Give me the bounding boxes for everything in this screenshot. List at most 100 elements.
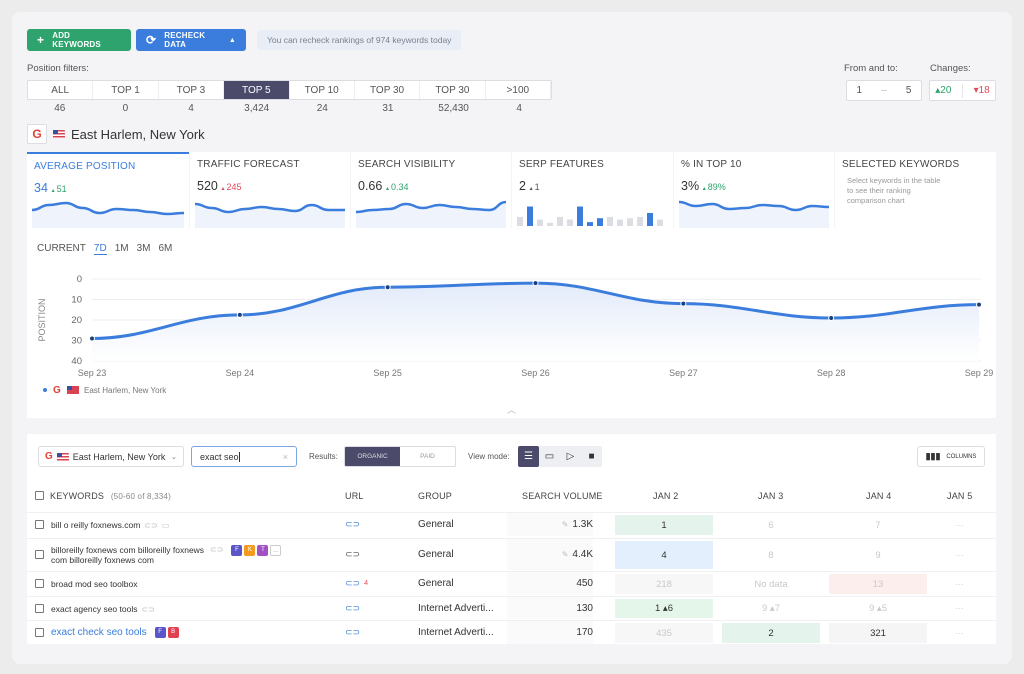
header-jan3[interactable]: JAN 3: [758, 491, 784, 501]
row-checkbox[interactable]: [35, 603, 44, 613]
link-icon[interactable]: ⊂⊃: [141, 605, 154, 614]
row-checkbox[interactable]: [35, 579, 44, 588]
range-tab-1m[interactable]: 1M: [115, 243, 129, 255]
link-icon[interactable]: ⊂⊃: [345, 578, 360, 589]
range-tab-7d[interactable]: 7D: [93, 243, 107, 255]
recheck-data-button[interactable]: ⟳ RECHECK DATA ▲: [136, 29, 246, 51]
position-cell[interactable]: 9 ▴5: [829, 599, 927, 618]
more-cell[interactable]: ···: [931, 621, 987, 644]
tag-badge[interactable]: F: [231, 545, 243, 557]
keyword-text[interactable]: exact check seo tools: [51, 627, 147, 638]
keyword-cell[interactable]: exact agency seo tools ⊂⊃: [51, 604, 155, 615]
tag-badge[interactable]: T: [257, 545, 269, 557]
metric-card[interactable]: % IN TOP 10 3% ▴ 89%: [674, 152, 834, 228]
folder-view-icon[interactable]: ▭: [539, 446, 560, 467]
row-checkbox[interactable]: [35, 520, 44, 529]
position-cell[interactable]: 4: [615, 541, 713, 569]
position-cell[interactable]: 8: [722, 541, 820, 569]
position-cell[interactable]: 1 ▴6: [615, 599, 713, 618]
position-cell[interactable]: 9 ▴7: [722, 599, 820, 618]
filter-tab[interactable]: >100: [486, 81, 551, 99]
link-icon[interactable]: ⊂⊃: [144, 521, 157, 530]
metric-card[interactable]: TRAFFIC FORECAST 520 ▴ 245: [190, 152, 350, 228]
columns-button[interactable]: ▮▮▮ COLUMNS: [917, 446, 985, 467]
filter-tab[interactable]: TOP 3: [159, 81, 225, 99]
header-jan2[interactable]: JAN 2: [653, 491, 679, 501]
filter-tab[interactable]: TOP 10: [290, 81, 355, 99]
changes-up[interactable]: ▴20: [935, 85, 951, 96]
keyword-search-input[interactable]: exact seo ×: [191, 446, 297, 467]
more-cell[interactable]: ···: [931, 572, 987, 595]
keyword-cell[interactable]: bill o reilly foxnews.com ⊂⊃ ▭: [51, 520, 169, 531]
position-cell[interactable]: 7: [829, 515, 927, 535]
link-icon[interactable]: ⊂⊃: [345, 549, 360, 560]
position-cell[interactable]: 218: [615, 574, 713, 594]
range-tab-6m[interactable]: 6M: [159, 243, 173, 255]
tag-badge[interactable]: F: [154, 627, 166, 638]
filter-tab[interactable]: TOP 30: [355, 81, 421, 99]
tag-badge[interactable]: …: [270, 545, 282, 557]
position-cell[interactable]: No data: [722, 574, 820, 594]
position-cell[interactable]: 1: [615, 515, 713, 535]
google-icon[interactable]: G: [27, 124, 47, 144]
header-keywords[interactable]: KEYWORDS (50-60 of 8,334): [50, 491, 171, 501]
row-checkbox[interactable]: [35, 628, 44, 637]
note-icon[interactable]: ▭: [162, 521, 170, 530]
range-tab-3m[interactable]: 3M: [137, 243, 151, 255]
position-cell[interactable]: 321: [829, 623, 927, 643]
table-row[interactable]: broad mod seo toolbox ⊂⊃ 4 General 450 218 No …: [27, 571, 996, 595]
filter-tab[interactable]: TOP 1: [93, 81, 159, 99]
url-cell[interactable]: ⊂⊃: [345, 539, 360, 570]
to-input[interactable]: 5: [906, 85, 912, 96]
more-cell[interactable]: ···: [931, 597, 987, 619]
position-cell[interactable]: 2: [722, 623, 820, 643]
metric-card[interactable]: SERP FEATURES 2 ▴ 1: [512, 152, 673, 228]
link-icon[interactable]: ⊂⊃: [345, 519, 360, 530]
metric-card[interactable]: SEARCH VISIBILITY 0.66 ▴ 0.34: [351, 152, 511, 228]
header-search-volume[interactable]: SEARCH VOLUME: [522, 491, 603, 501]
header-jan5[interactable]: JAN 5: [947, 491, 973, 501]
more-cell[interactable]: ···: [931, 539, 987, 570]
position-cell[interactable]: 13: [829, 574, 927, 594]
table-row[interactable]: bill o reilly foxnews.com ⊂⊃ ▭ ⊂⊃ General ✎ 1…: [27, 512, 996, 536]
from-input[interactable]: 1: [857, 85, 863, 96]
keyword-cell[interactable]: broad mod seo toolbox: [51, 579, 137, 589]
from-to-range[interactable]: 1 – 5: [846, 80, 922, 101]
more-cell[interactable]: ···: [931, 513, 987, 536]
link-icon[interactable]: ⊂⊃: [345, 603, 360, 614]
range-current[interactable]: CURRENT: [37, 243, 86, 255]
metric-card[interactable]: SELECTED KEYWORDS Select keywords in the …: [835, 152, 996, 228]
url-cell[interactable]: ⊂⊃ 4: [345, 572, 368, 595]
keyword-text[interactable]: bill o reilly foxnews.com: [51, 520, 140, 530]
keyword-text[interactable]: exact agency seo tools: [51, 604, 137, 614]
table-row[interactable]: billoreilly foxnews com billoreilly foxn…: [27, 538, 996, 570]
url-cell[interactable]: ⊂⊃: [345, 621, 360, 644]
tag-view-icon[interactable]: ▷: [560, 446, 581, 467]
organic-button[interactable]: ORGANIC: [345, 447, 400, 466]
row-checkbox[interactable]: [35, 550, 44, 559]
paid-button[interactable]: PAID: [400, 447, 455, 466]
filter-tab[interactable]: TOP 30: [420, 81, 486, 99]
select-all-checkbox[interactable]: [35, 491, 44, 500]
keyword-cell[interactable]: billoreilly foxnews com billoreilly foxn…: [51, 545, 282, 565]
tag-badge[interactable]: B: [167, 627, 179, 638]
keyword-text[interactable]: billoreilly foxnews com billoreilly foxn…: [51, 545, 206, 565]
table-row[interactable]: exact agency seo tools ⊂⊃ ⊂⊃ Internet Adver…: [27, 596, 996, 619]
folder-filled-icon[interactable]: ■: [581, 446, 602, 467]
link-icon[interactable]: ⊂⊃: [345, 627, 360, 638]
table-row[interactable]: exact check seo tools F B ⊂⊃ Internet Advert…: [27, 620, 996, 644]
position-cell[interactable]: 9: [829, 541, 927, 569]
url-cell[interactable]: ⊂⊃: [345, 513, 360, 536]
metric-card[interactable]: AVERAGE POSITION 34 ▴ 51: [27, 152, 189, 228]
link-icon[interactable]: ⊂⊃: [210, 545, 223, 554]
keyword-cell[interactable]: exact check seo tools F B: [51, 627, 179, 638]
header-group[interactable]: GROUP: [418, 491, 452, 501]
header-jan4[interactable]: JAN 4: [866, 491, 892, 501]
header-url[interactable]: URL: [345, 491, 364, 501]
list-view-icon[interactable]: ☰: [518, 446, 539, 467]
edit-icon[interactable]: ✎: [562, 550, 569, 559]
edit-icon[interactable]: ✎: [562, 520, 569, 529]
position-cell[interactable]: 6: [722, 515, 820, 535]
keyword-text[interactable]: broad mod seo toolbox: [51, 579, 137, 589]
table-location-select[interactable]: G East Harlem, New York ⌄: [38, 446, 184, 467]
